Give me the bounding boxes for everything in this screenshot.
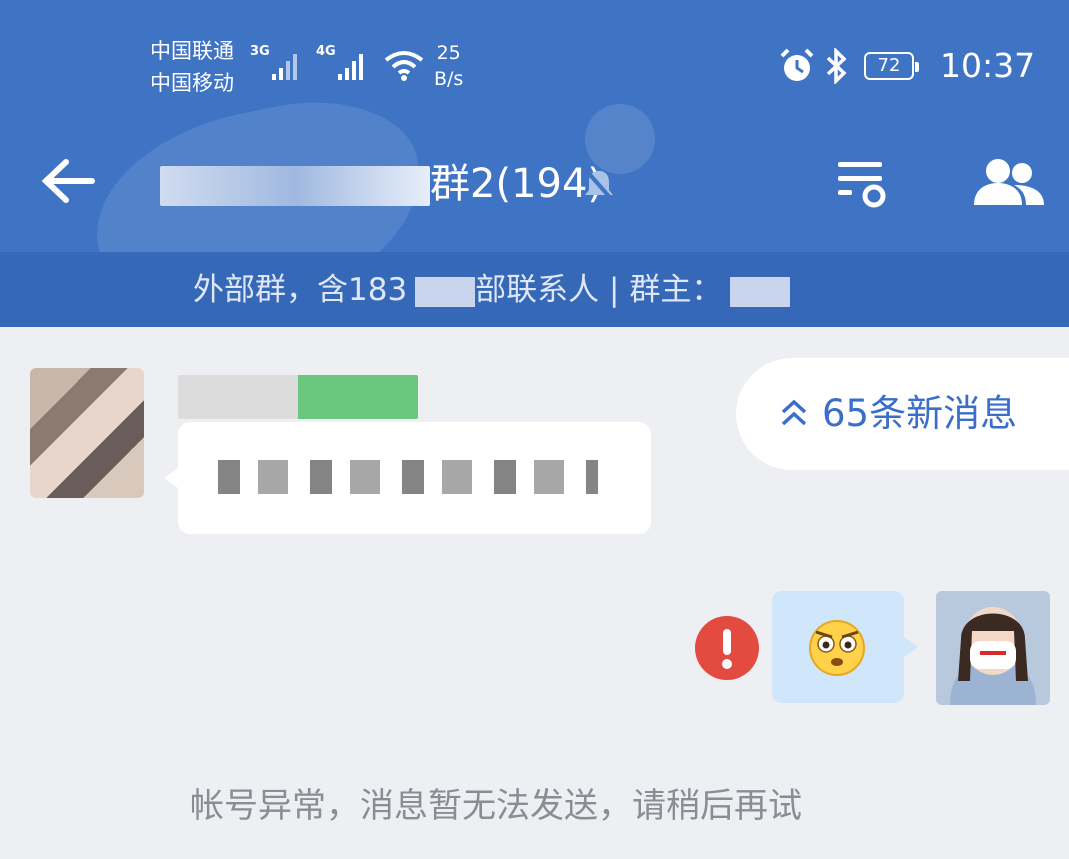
double-chevron-up-icon (781, 399, 807, 426)
app-header: 中国联通 中国移动 3G 4G 25 B/s 72 10:37 群2(194) (0, 0, 1069, 327)
incoming-message-bubble[interactable] (164, 422, 651, 534)
sender-name-redacted (178, 375, 418, 419)
group-members-icon[interactable] (972, 155, 1046, 209)
bluetooth-icon (826, 48, 847, 84)
new-messages-label: 65条新消息 (822, 392, 1018, 435)
carrier-2: 中国移动 (150, 71, 234, 95)
back-arrow-icon[interactable] (38, 156, 98, 206)
exclamation-icon[interactable] (695, 616, 759, 680)
sender-avatar[interactable] (30, 368, 144, 498)
redacted-text (730, 276, 791, 307)
send-failure-notice: 帐号异常，消息暂无法发送，请稍后再试 (190, 786, 802, 826)
network-speed-value: 25 (436, 42, 461, 64)
wifi-icon (384, 51, 424, 81)
redacted-text (415, 276, 476, 307)
outgoing-message-bubble[interactable] (772, 591, 918, 703)
redacted-text (160, 166, 430, 206)
clock: 10:37 (940, 46, 1036, 85)
group-info-text: 外部群，含183 部联系人 | 群主： (193, 268, 791, 312)
group-info-suffix: 部联系人 | 群主： (475, 272, 723, 308)
battery-indicator: 72 (864, 52, 919, 80)
avatar-photo (936, 591, 1050, 705)
signal-strength-icon (272, 54, 297, 80)
alarm-icon (780, 48, 814, 81)
redacted-message (218, 460, 598, 494)
group-name: 群2(194) (430, 161, 604, 207)
my-avatar[interactable] (936, 591, 1050, 705)
surprised-face-emoji (809, 620, 865, 676)
group-info-prefix: 外部群，含183 (193, 272, 408, 308)
chat-title: 群2(194) (160, 156, 603, 212)
carrier-1: 中国联通 (150, 39, 234, 63)
sim1-network-type: 3G (250, 44, 270, 59)
network-speed: 25 B/s (434, 40, 463, 92)
signal-strength-icon (338, 54, 363, 80)
bell-mute-icon (583, 167, 615, 203)
group-settings-icon[interactable] (836, 158, 888, 208)
network-speed-unit: B/s (434, 68, 464, 90)
sim2-network-type: 4G (316, 44, 336, 59)
